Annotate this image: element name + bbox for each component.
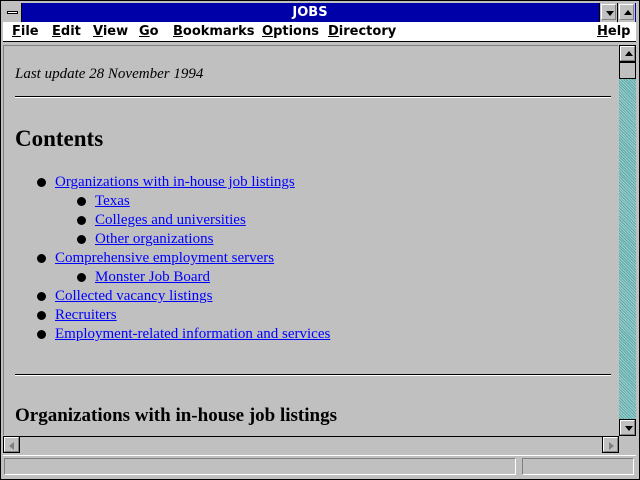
vertical-scroll-track[interactable] [619,79,636,419]
contents-heading: Contents [15,126,104,151]
vertical-scrollbar[interactable] [619,45,636,436]
status-bar [3,455,636,478]
menu-options-label: ptions [273,24,319,39]
menu-bookmarks-label: ookmarks [182,24,255,39]
bullet-icon [37,254,46,263]
scroll-down-arrow-icon [625,426,633,431]
browser-window: JOBS File Edit View Go Bookmarks Options… [0,0,640,480]
toc-link-other-organizations[interactable]: Other organizations [95,231,213,247]
toc-item: Recruiters [55,306,117,325]
menu-bookmarks-mnemonic: B [173,24,183,39]
toc-link-employment-servers[interactable]: Comprehensive employment servers [55,250,274,266]
menu-help-label: elp [607,24,631,39]
scroll-right-button[interactable] [602,436,619,453]
menu-options[interactable]: Options [262,23,319,40]
scroll-left-arrow-icon [9,442,14,450]
system-menu-button[interactable] [3,3,22,22]
scroll-down-button[interactable] [619,419,636,436]
toc-link-texas[interactable]: Texas [95,193,130,209]
menu-file-mnemonic: F [12,24,21,39]
scrollbar-corner [619,436,636,453]
status-progress-panel [522,458,634,475]
toc-item: Texas [95,192,130,211]
status-message-panel [4,458,516,475]
bullet-icon [77,216,86,225]
scroll-up-button[interactable] [619,45,636,62]
menu-file[interactable]: File [12,23,39,40]
system-menu-icon [7,11,18,14]
toc-link-organizations[interactable]: Organizations with in-house job listings [55,174,295,190]
toc-item: Colleges and universities [95,211,246,230]
horizontal-rule [15,96,611,98]
menu-view-label: iew [102,24,129,39]
toc-link-colleges[interactable]: Colleges and universities [95,212,246,228]
scroll-right-arrow-icon [609,442,614,450]
bullet-icon [77,273,86,282]
menu-file-label: ile [20,24,39,39]
toc-item: Comprehensive employment servers [55,249,274,268]
last-update-text: Last update 28 November 1994 [15,66,204,82]
menu-bar: File Edit View Go Bookmarks Options Dire… [3,22,636,42]
bullet-icon [37,311,46,320]
bullet-icon [37,292,46,301]
scroll-up-arrow-icon [625,51,633,56]
bullet-icon [77,235,86,244]
bullet-icon [37,178,46,187]
menu-directory-mnemonic: D [328,24,339,39]
menu-directory-label: irectory [338,24,397,39]
toc-link-vacancy-listings[interactable]: Collected vacancy listings [55,288,212,304]
bullet-icon [37,330,46,339]
document-view[interactable]: Last update 28 November 1994 Contents Or… [3,45,618,435]
menu-view[interactable]: View [93,23,128,40]
maximize-icon [624,10,632,15]
menu-go-label: o [149,24,159,39]
toc-item: Collected vacancy listings [55,287,212,306]
bullet-icon [77,197,86,206]
menu-options-mnemonic: O [262,24,274,39]
maximize-button[interactable] [617,3,635,22]
menu-go-mnemonic: G [139,24,150,39]
menu-bookmarks[interactable]: Bookmarks [173,23,255,40]
horizontal-rule [15,374,611,376]
minimize-icon [606,11,614,16]
scroll-left-button[interactable] [3,436,20,453]
toc-item: Employment-related information and servi… [55,325,330,344]
menu-view-mnemonic: V [93,24,103,39]
menu-help-mnemonic: H [597,24,608,39]
toc-item: Monster Job Board [95,268,210,287]
toc-link-monster[interactable]: Monster Job Board [95,269,210,285]
window-title: JOBS [292,5,328,20]
horizontal-scrollbar[interactable] [3,436,636,453]
toc-item: Organizations with in-house job listings [55,173,295,192]
toc-link-employment-info[interactable]: Employment-related information and servi… [55,326,330,342]
toc-item: Other organizations [95,230,213,249]
menu-edit-label: dit [60,24,81,39]
vertical-scroll-thumb[interactable] [619,62,636,79]
menu-edit-mnemonic: E [52,24,61,39]
menu-go[interactable]: Go [139,23,159,40]
menu-help[interactable]: Help [597,23,630,40]
section-heading: Organizations with in-house job listings [15,405,337,426]
menu-edit[interactable]: Edit [52,23,81,40]
toc-link-recruiters[interactable]: Recruiters [55,307,117,323]
minimize-button[interactable] [599,3,617,22]
menu-directory[interactable]: Directory [328,23,396,40]
